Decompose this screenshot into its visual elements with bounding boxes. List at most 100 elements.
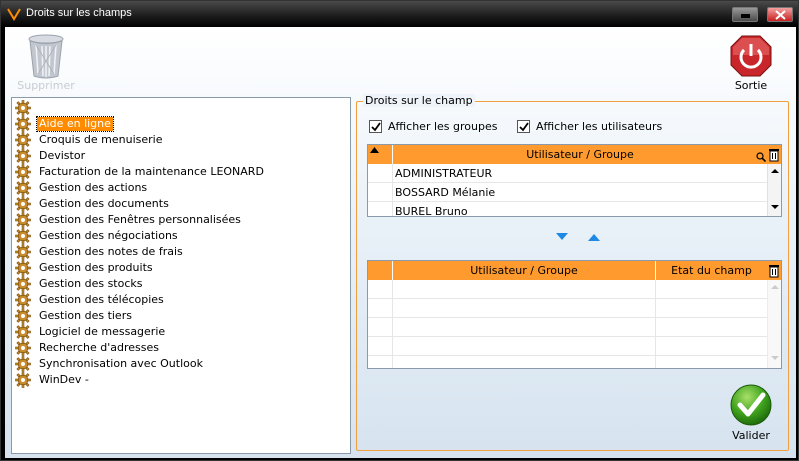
tree-item[interactable]: Gestion des notes de frais (15, 244, 185, 260)
row-selector-cell[interactable] (368, 202, 393, 216)
row-selector-cell[interactable] (368, 318, 393, 337)
assigned-rights-scrollbar[interactable] (767, 280, 781, 368)
table-row[interactable]: ADMINISTRATEUR (368, 164, 767, 183)
user-group-column-header[interactable]: Utilisateur / Groupe (393, 145, 767, 164)
checkmark-circle-icon (730, 384, 772, 426)
tree-item-label: Devistor (39, 149, 86, 162)
tree-item[interactable]: Gestion des tiers (15, 308, 134, 324)
tree-item-label: Gestion des stocks (39, 277, 143, 290)
field-state-cell (656, 280, 767, 299)
tree-item[interactable]: Gestion des produits (15, 260, 155, 276)
tree-item[interactable]: Gestion des Fenêtres personnalisées (15, 212, 243, 228)
scroll-down-arrow[interactable] (771, 356, 779, 360)
show-groups-checkbox-box[interactable] (369, 120, 382, 133)
tree-item[interactable]: Recherche d'adresses (15, 340, 161, 356)
move-up-button[interactable] (587, 232, 601, 242)
scroll-up-arrow[interactable] (771, 285, 779, 289)
user-group-cell (393, 280, 656, 299)
tree-item[interactable] (15, 100, 41, 116)
tree-item-label: Aide en ligne (36, 116, 114, 132)
table-row[interactable] (368, 280, 767, 299)
row-selector-cell[interactable] (368, 337, 393, 356)
validate-label: Valider (732, 429, 770, 442)
table-row[interactable] (368, 337, 767, 356)
exit-button[interactable]: Sortie (727, 35, 775, 93)
user-group-column-header[interactable]: Utilisateur / Groupe (393, 261, 656, 280)
sort-arrow-icon (370, 147, 379, 153)
gear-icon (15, 308, 31, 324)
gear-icon (15, 228, 31, 244)
field-rights-legend: Droits sur le champ (363, 94, 475, 107)
tree-item[interactable]: Gestion des actions (15, 180, 149, 196)
checkmark-icon (371, 122, 381, 132)
close-button[interactable] (767, 7, 793, 22)
tree-item[interactable]: Gestion des télécopies (15, 292, 166, 308)
field-tree[interactable]: Aide en ligne Croquis de menuiserie Devist… (11, 97, 351, 454)
available-users-header: Utilisateur / Groupe (368, 145, 781, 164)
delete-row-icon[interactable] (767, 263, 781, 278)
field-state-column-header[interactable]: Etat du champ (656, 261, 767, 280)
gear-icon (15, 372, 31, 388)
row-selector-cell[interactable] (368, 356, 393, 368)
table-row[interactable]: BUREL Bruno (368, 202, 767, 217)
tree-item[interactable]: Synchronisation avec Outlook (15, 356, 205, 372)
row-selector-cell[interactable] (368, 299, 393, 318)
field-state-cell (656, 299, 767, 318)
tree-item[interactable]: Croquis de menuiserie (15, 132, 165, 148)
tree-item-label: Gestion des actions (39, 181, 148, 194)
user-group-cell: BUREL Bruno (395, 205, 468, 217)
tree-item-label: Facturation de la maintenance LEONARD (39, 165, 264, 178)
tree-item-label: WinDev - (39, 373, 89, 386)
minimize-button[interactable] (732, 7, 758, 22)
close-icon (775, 10, 786, 20)
table-row[interactable] (368, 356, 767, 368)
search-icon[interactable] (756, 152, 766, 162)
scroll-down-arrow[interactable] (771, 205, 779, 209)
gear-icon (15, 116, 31, 132)
field-state-cell (656, 337, 767, 356)
gear-icon (15, 356, 31, 372)
row-selector-cell[interactable] (368, 183, 393, 202)
tree-item[interactable]: Devistor (15, 148, 87, 164)
tree-item[interactable]: Gestion des documents (15, 196, 171, 212)
window-title: Droits sur les champs (26, 7, 132, 19)
app-logo-icon (7, 8, 21, 21)
exit-label: Sortie (734, 79, 768, 92)
tree-item[interactable]: Logiciel de messagerie (15, 324, 167, 340)
scroll-up-arrow[interactable] (771, 169, 779, 173)
table-row[interactable]: BOSSARD Mélanie (368, 183, 767, 202)
tree-item-label: Recherche d'adresses (39, 341, 160, 354)
available-users-scrollbar[interactable] (767, 164, 781, 216)
title-bar[interactable]: Droits sur les champs (1, 1, 798, 27)
tree-item[interactable]: WinDev - (15, 372, 91, 388)
gear-icon (15, 276, 31, 292)
delete-label: Supprimer (17, 79, 75, 92)
row-selector-header[interactable] (368, 145, 393, 164)
delete-row-icon[interactable] (767, 147, 781, 162)
row-selector-header[interactable] (368, 261, 393, 280)
tree-item-label: Synchronisation avec Outlook (39, 357, 203, 370)
tree-item[interactable]: Facturation de la maintenance LEONARD (15, 164, 266, 180)
checkmark-icon (519, 122, 529, 132)
user-group-cell (393, 337, 656, 356)
show-users-checkbox[interactable]: Afficher les utilisateurs (517, 120, 662, 133)
tree-item[interactable]: Gestion des négociations (15, 228, 180, 244)
user-group-cell (393, 318, 656, 337)
gear-icon (15, 196, 31, 212)
gear-icon (15, 292, 31, 308)
row-selector-cell[interactable] (368, 280, 393, 299)
validate-button[interactable]: Valider (727, 383, 775, 443)
show-users-checkbox-box[interactable] (517, 120, 530, 133)
show-groups-checkbox[interactable]: Afficher les groupes (369, 120, 497, 133)
tree-item[interactable]: Gestion des stocks (15, 276, 145, 292)
row-selector-cell[interactable] (368, 164, 393, 183)
tree-item-label: Gestion des notes de frais (39, 245, 183, 258)
tree-item-label: Gestion des négociations (39, 229, 178, 242)
move-down-button[interactable] (555, 232, 569, 242)
tree-item[interactable]: Aide en ligne (15, 116, 114, 132)
field-state-cell (656, 318, 767, 337)
gear-icon (15, 212, 31, 228)
table-row[interactable] (368, 318, 767, 337)
table-row[interactable] (368, 299, 767, 318)
delete-button[interactable]: Supprimer (14, 33, 78, 92)
